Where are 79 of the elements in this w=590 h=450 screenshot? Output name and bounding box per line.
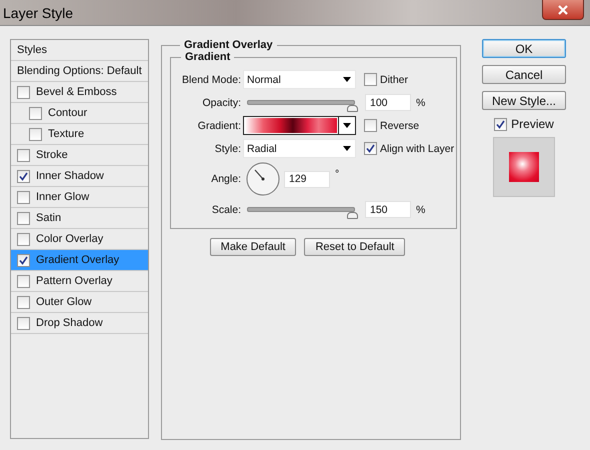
- number-field[interactable]: 100: [365, 94, 411, 111]
- style-list-item[interactable]: Bevel & Emboss: [11, 82, 148, 103]
- close-icon: [557, 4, 569, 16]
- style-list-item[interactable]: Outer Glow: [11, 292, 148, 313]
- style-label: Blending Options: Default: [17, 65, 142, 77]
- checkbox[interactable]: [17, 254, 30, 266]
- button[interactable]: New Style...: [482, 91, 566, 110]
- style-list-item[interactable]: Drop Shadow: [11, 313, 148, 334]
- dropdown[interactable]: Radial: [243, 139, 356, 158]
- button[interactable]: Make Default: [210, 238, 296, 256]
- dropdown[interactable]: Normal: [243, 70, 356, 89]
- button[interactable]: Reset to Default: [304, 238, 406, 256]
- checkbox[interactable]: [17, 170, 30, 182]
- checkbox[interactable]: [364, 119, 377, 132]
- checkbox[interactable]: [364, 73, 377, 86]
- number-field[interactable]: 150: [365, 201, 411, 218]
- caret-icon: [343, 77, 351, 82]
- unit-label: %: [416, 204, 426, 216]
- style-label: Color Overlay: [36, 233, 104, 245]
- slider-thumb[interactable]: [346, 105, 358, 112]
- style-label: Inner Shadow: [36, 170, 104, 182]
- checkbox[interactable]: [29, 106, 42, 120]
- checkbox[interactable]: [17, 274, 30, 288]
- field-label: Angle:: [210, 173, 242, 185]
- style-label: Bevel & Emboss: [36, 86, 117, 98]
- checkbox-label: Dither: [380, 74, 408, 86]
- caret-icon: [343, 146, 351, 151]
- style-label: Contour: [48, 107, 88, 119]
- style-list-item[interactable]: Blending Options: Default: [11, 61, 148, 82]
- checkbox[interactable]: [17, 212, 30, 224]
- style-label: Styles: [17, 44, 47, 56]
- style-label: Texture: [48, 128, 84, 140]
- checkbox[interactable]: [17, 316, 30, 330]
- preview-swatch: [509, 152, 539, 182]
- field-label: Gradient:: [196, 120, 242, 132]
- style-list-item[interactable]: Inner Shadow: [11, 166, 148, 187]
- style-list-item[interactable]: Pattern Overlay: [11, 271, 148, 292]
- checkbox[interactable]: [494, 118, 508, 130]
- number-field[interactable]: 129: [284, 170, 330, 188]
- style-label: Stroke: [36, 149, 68, 161]
- style-list-item[interactable]: Gradient Overlay: [11, 250, 148, 271]
- style-list-item[interactable]: Inner Glow: [11, 187, 148, 208]
- checkbox-label: Align with Layer: [380, 142, 454, 154]
- angle-dial[interactable]: [246, 162, 280, 196]
- style-label: Inner Glow: [36, 191, 90, 203]
- button[interactable]: OK: [482, 39, 566, 58]
- gradient-picker[interactable]: [243, 116, 356, 135]
- checkbox[interactable]: [17, 232, 30, 246]
- checkbox[interactable]: [364, 142, 377, 155]
- field-label: Blend Mode:: [181, 74, 242, 86]
- button[interactable]: Cancel: [482, 65, 566, 84]
- section-title: Gradient Overlay: [183, 39, 274, 51]
- style-label: Outer Glow: [36, 296, 92, 308]
- checkbox[interactable]: [17, 190, 30, 204]
- caret-icon: [343, 123, 351, 128]
- style-label: Drop Shadow: [36, 317, 103, 329]
- section-title: Gradient: [184, 51, 232, 63]
- unit-label: °: [335, 168, 340, 180]
- checkbox[interactable]: [17, 86, 30, 98]
- unit-label: %: [416, 96, 426, 108]
- style-label: Gradient Overlay: [36, 254, 120, 266]
- style-list-item[interactable]: Styles: [11, 40, 148, 61]
- field-label: Scale:: [210, 204, 242, 216]
- style-list-item[interactable]: Stroke: [11, 145, 148, 166]
- checkbox[interactable]: [17, 296, 30, 308]
- style-list-item[interactable]: Texture: [11, 124, 148, 145]
- window-title: Layer Style: [2, 4, 74, 20]
- checkbox[interactable]: [29, 128, 42, 140]
- style-label: Pattern Overlay: [36, 275, 112, 287]
- style-label: Satin: [36, 212, 62, 224]
- close-button[interactable]: [542, 0, 584, 20]
- checkbox[interactable]: [17, 148, 30, 162]
- style-list-item[interactable]: Satin: [11, 208, 148, 229]
- field-label: Style:: [214, 142, 242, 154]
- checkbox-label: Preview: [511, 117, 554, 131]
- style-list-item[interactable]: Contour: [11, 103, 148, 124]
- field-label: Opacity:: [201, 96, 242, 108]
- checkbox-label: Reverse: [380, 120, 420, 132]
- slider-thumb[interactable]: [346, 212, 358, 219]
